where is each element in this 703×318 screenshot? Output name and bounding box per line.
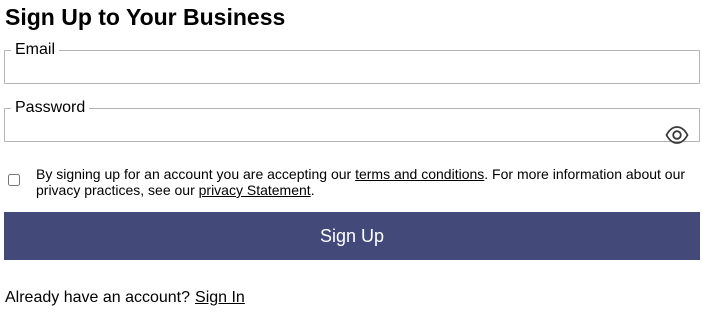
- sign-in-link[interactable]: Sign In: [195, 289, 245, 306]
- password-field: Password: [4, 99, 700, 146]
- privacy-statement-link[interactable]: privacy Statement: [199, 182, 311, 198]
- password-input[interactable]: [13, 120, 653, 146]
- terms-link[interactable]: terms and conditions: [355, 166, 484, 182]
- consent-text-after: .: [310, 182, 315, 198]
- email-field: Email: [4, 41, 700, 88]
- consent-checkbox[interactable]: [8, 174, 20, 186]
- email-input[interactable]: [13, 62, 653, 88]
- password-label: Password: [15, 99, 86, 116]
- page-title: Sign Up to Your Business: [5, 4, 286, 30]
- signin-row: Already have an account? Sign In: [5, 289, 245, 307]
- consent-text-before: By signing up for an account you are acc…: [36, 166, 356, 182]
- sign-up-button[interactable]: Sign Up: [4, 212, 700, 260]
- signin-prompt: Already have an account?: [5, 289, 191, 306]
- eye-icon[interactable]: [665, 124, 689, 146]
- consent-text: By signing up for an account you are acc…: [36, 166, 696, 198]
- email-label: Email: [15, 41, 56, 58]
